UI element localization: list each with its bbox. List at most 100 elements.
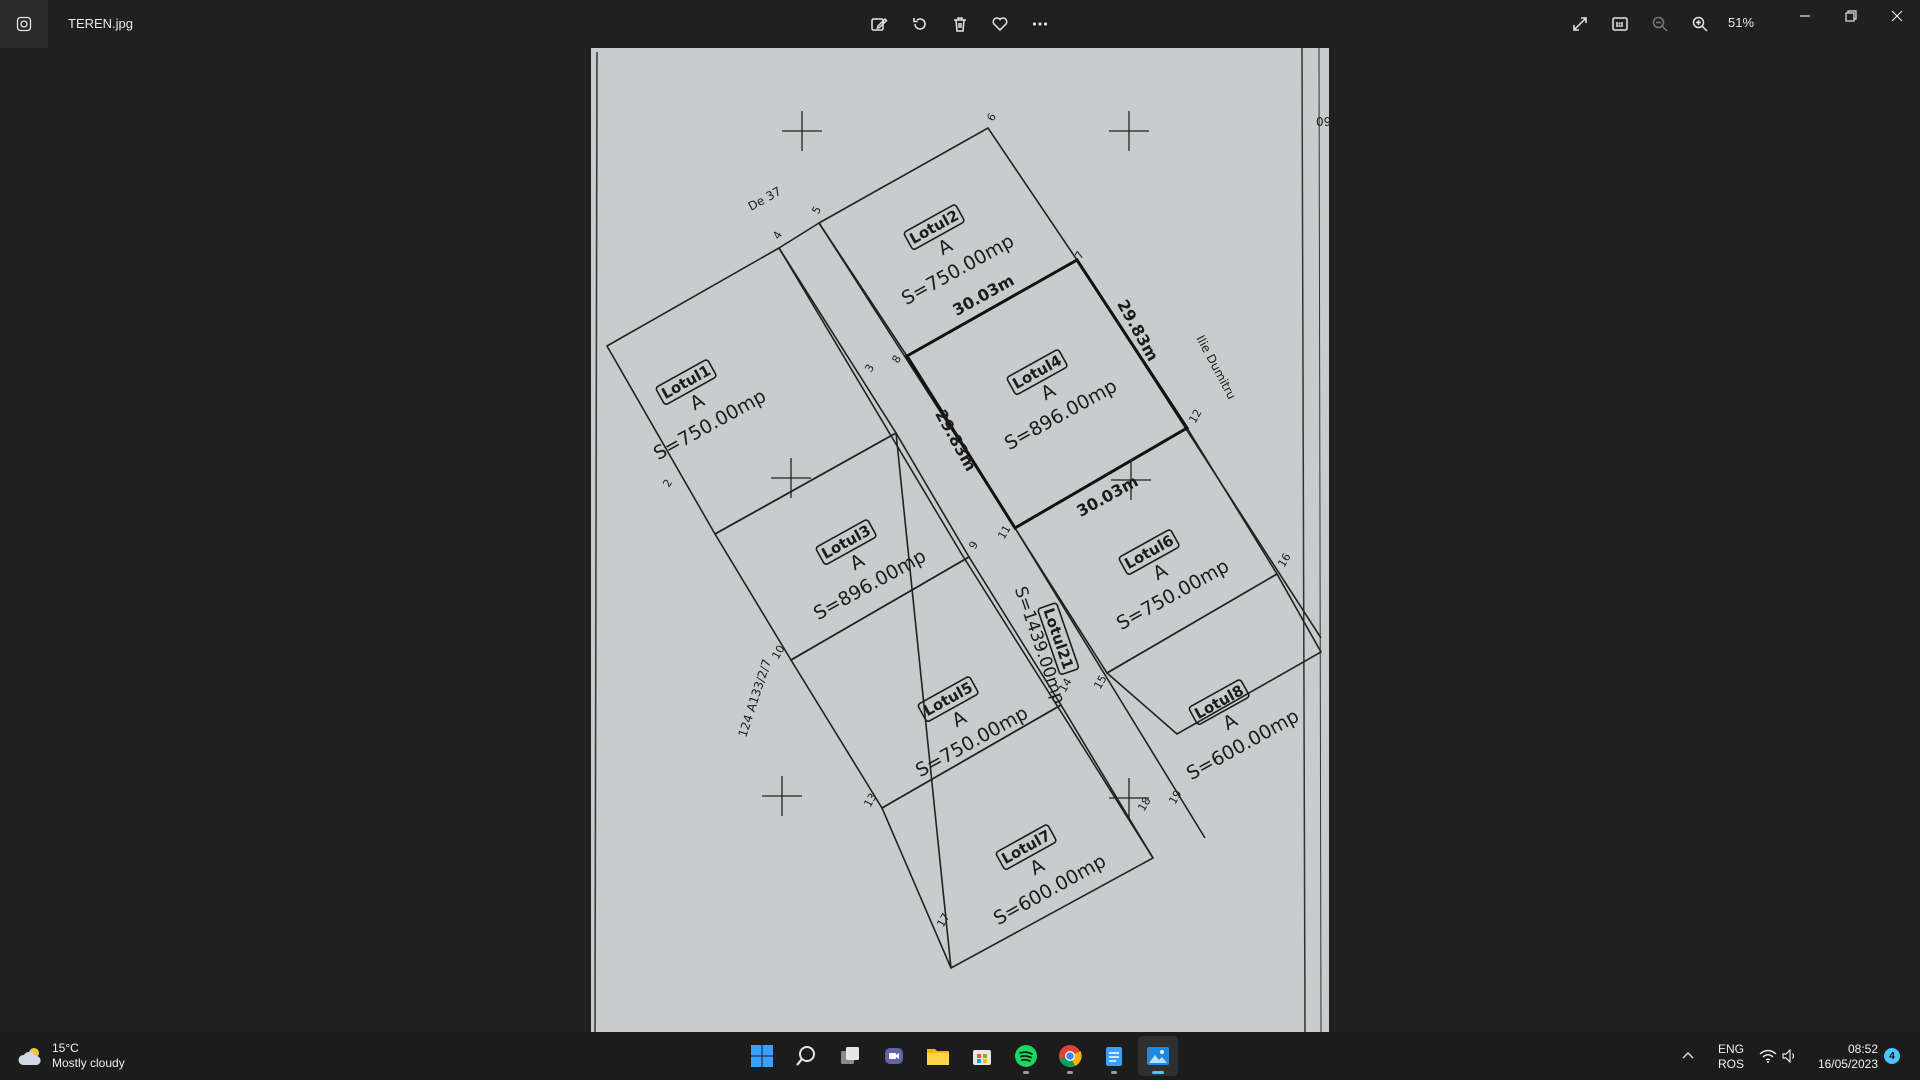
zoom-out-button[interactable]: [1646, 10, 1674, 38]
clock[interactable]: 08:52 16/05/2023: [1810, 1042, 1878, 1072]
rotate-button[interactable]: [906, 10, 934, 38]
photos-icon: [1147, 1047, 1169, 1065]
start-button[interactable]: [742, 1036, 782, 1076]
point-11: 11: [995, 523, 1013, 542]
edit-image-icon: [871, 17, 888, 31]
street-label: Ilie Dumitru: [1193, 333, 1238, 402]
point-12: 12: [1186, 407, 1204, 426]
point-16: 16: [1275, 551, 1293, 570]
actual-size-icon: [1612, 17, 1628, 31]
chevron-up-icon: [1682, 1052, 1694, 1059]
notepad-button[interactable]: [1094, 1036, 1134, 1076]
restore-icon: [1845, 10, 1857, 22]
delete-button[interactable]: [946, 10, 974, 38]
road-label: De 37: [746, 184, 784, 214]
point-10: 10: [769, 643, 787, 662]
close-icon: [1891, 10, 1903, 22]
search-button[interactable]: [786, 1036, 826, 1076]
rotate-icon: [913, 18, 926, 30]
notepad-icon: [1106, 1047, 1122, 1066]
minimize-icon: [1800, 15, 1810, 17]
clock-date: 16/05/2023: [1817, 1057, 1878, 1071]
file-explorer-button[interactable]: [918, 1036, 958, 1076]
language-code: ENG: [1718, 1042, 1745, 1056]
language-indicator[interactable]: ENG ROS: [1718, 1042, 1744, 1072]
chat-icon: [885, 1048, 903, 1064]
photos-button[interactable]: [1138, 1036, 1178, 1076]
point-5: 5: [809, 204, 824, 217]
lot-1-category: A: [686, 389, 708, 415]
store-button[interactable]: [962, 1036, 1002, 1076]
file-name: TEREN.jpg: [68, 16, 134, 31]
fullscreen-icon: [1573, 17, 1587, 31]
delete-icon: [954, 17, 966, 32]
weather-temp: 15°C: [52, 1041, 79, 1055]
fullscreen-button[interactable]: [1566, 10, 1594, 38]
maximize-button[interactable]: [1828, 0, 1874, 32]
edit-image-button[interactable]: [865, 10, 893, 38]
running-indicator: [1067, 1071, 1073, 1074]
left-edge-label: 29.83m: [931, 406, 980, 474]
keyboard-layout: ROS: [1718, 1057, 1745, 1071]
point-8: 8: [889, 353, 904, 366]
taskbar: 15°C Mostly cloudy ENG ROS 08:52 16/05/2…: [0, 1032, 1920, 1080]
start-icon: [751, 1045, 773, 1067]
more-icon: [1032, 22, 1048, 26]
zoom-in-icon: [1692, 16, 1708, 32]
volume-icon: [1782, 1049, 1795, 1063]
task-view-button[interactable]: [830, 1036, 870, 1076]
actual-size-button[interactable]: [1606, 10, 1634, 38]
photos-app-icon: [0, 0, 48, 48]
title-bar: TEREN.jpg 51%: [0, 0, 1920, 48]
photo-canvas[interactable]: 09 Lotul1 A S=750.00mp Lotul2 A S=750.00…: [591, 48, 1329, 1032]
point-2: 2: [660, 477, 675, 490]
point-13: 13: [861, 791, 879, 810]
point-17: 17: [934, 911, 952, 930]
lot-2-category: A: [934, 234, 956, 260]
edge-fragment: 09: [1316, 115, 1329, 129]
point-3: 3: [862, 362, 877, 375]
show-hidden-icons-button[interactable]: [1676, 1036, 1700, 1076]
file-explorer-icon: [927, 1049, 949, 1065]
point-19: 19: [1166, 788, 1184, 807]
notification-badge[interactable]: 4: [1884, 1048, 1900, 1064]
running-indicator: [1111, 1071, 1117, 1074]
point-15: 15: [1091, 673, 1109, 692]
point-6: 6: [984, 111, 999, 124]
point-4: 4: [770, 229, 785, 242]
store-icon: [973, 1050, 991, 1065]
zoom-level[interactable]: 51%: [1728, 15, 1754, 30]
more-button[interactable]: [1026, 10, 1054, 38]
lot-8-category: A: [1219, 709, 1241, 735]
site-plan: 09 Lotul1 A S=750.00mp Lotul2 A S=750.00…: [594, 48, 1329, 1032]
volume-button[interactable]: [1778, 1036, 1802, 1076]
running-indicator: [1023, 1071, 1029, 1074]
point-9: 9: [966, 539, 981, 552]
minimize-button[interactable]: [1782, 0, 1828, 32]
active-indicator: [1152, 1071, 1164, 1074]
parcel-ref: 124 A133/2/7: [736, 657, 774, 739]
zoom-out-icon: [1652, 16, 1668, 32]
lot-5-category: A: [948, 706, 970, 732]
favorite-button[interactable]: [986, 10, 1014, 38]
lot-4-category: A: [1037, 379, 1059, 405]
chrome-icon: [1059, 1045, 1082, 1068]
close-button[interactable]: [1874, 0, 1920, 32]
lot-3-category: A: [846, 549, 868, 575]
spotify-icon: [1015, 1045, 1037, 1067]
zoom-in-button[interactable]: [1686, 10, 1714, 38]
favorite-icon: [992, 17, 1008, 32]
lot-7-category: A: [1026, 854, 1048, 880]
weather-widget[interactable]: 15°C Mostly cloudy: [18, 1041, 125, 1071]
chat-button[interactable]: [874, 1036, 914, 1076]
clock-time: 08:52: [1847, 1042, 1878, 1056]
spotify-button[interactable]: [1006, 1036, 1046, 1076]
cloudy-weather-icon: [18, 1048, 41, 1065]
wifi-button[interactable]: [1756, 1036, 1780, 1076]
lot-6-category: A: [1149, 559, 1171, 585]
chrome-button[interactable]: [1050, 1036, 1090, 1076]
task-view-icon: [841, 1047, 859, 1064]
search-icon: [796, 1046, 815, 1066]
wifi-icon: [1759, 1049, 1777, 1063]
point-7: 7: [1072, 249, 1087, 262]
